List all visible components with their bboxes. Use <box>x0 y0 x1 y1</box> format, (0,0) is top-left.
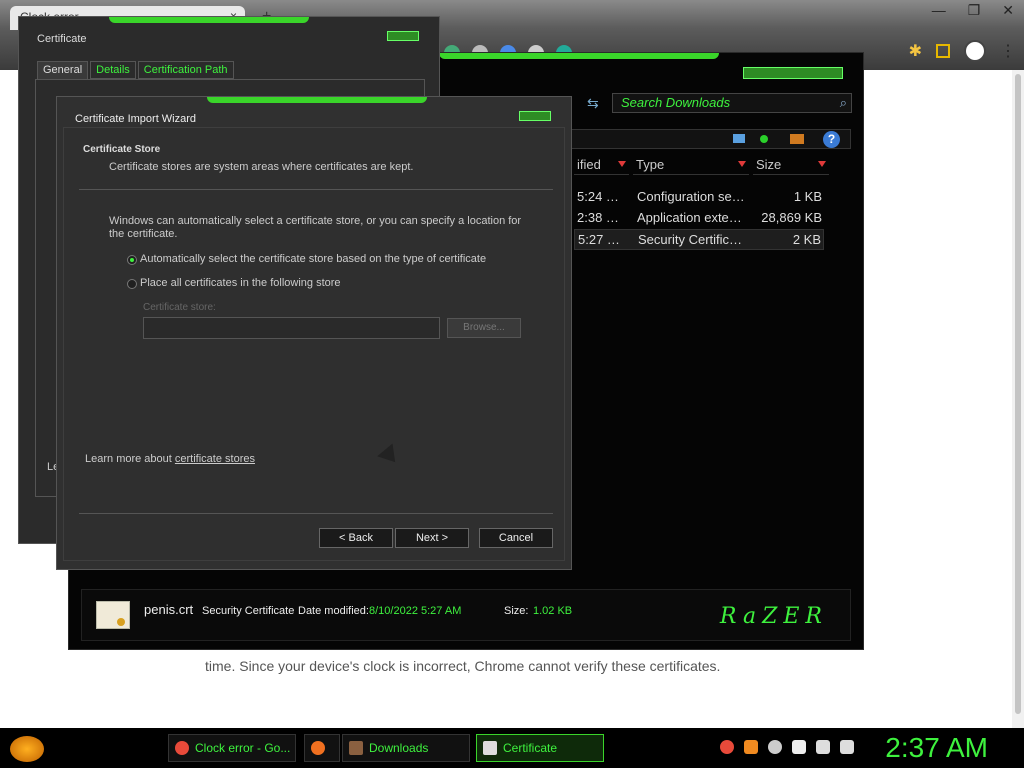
column-header-size[interactable]: Size <box>753 157 829 175</box>
explorer-icon <box>349 741 363 755</box>
extensions-puzzle-icon[interactable]: ✱ <box>909 41 922 61</box>
tray-icon[interactable] <box>768 740 782 754</box>
taskbar-clock[interactable]: 2:37 AM <box>885 732 988 764</box>
import-wizard-window: Certificate Import Wizard Certificate St… <box>56 96 572 570</box>
wizard-description: Windows can automatically select a certi… <box>109 215 522 240</box>
details-date-value: 8/10/2022 5:27 AM <box>369 605 462 617</box>
certificate-file-icon <box>96 601 130 629</box>
folder-icon[interactable] <box>790 134 804 144</box>
wizard-subheading: Certificate stores are system areas wher… <box>109 161 414 173</box>
help-icon[interactable]: ? <box>823 131 840 148</box>
certificate-icon <box>483 741 497 755</box>
chrome-icon <box>175 741 189 755</box>
divider <box>79 189 553 190</box>
sidebar-icon[interactable] <box>936 44 950 58</box>
radio-manual-label[interactable]: Place all certificates in the following … <box>140 277 341 289</box>
chrome-tray-icon[interactable] <box>720 740 734 754</box>
minimize-icon[interactable]: — <box>932 2 946 19</box>
next-button[interactable]: Next > <box>395 528 469 548</box>
certificate-stores-link[interactable]: certificate stores <box>175 453 255 465</box>
wizard-title: Certificate Import Wizard <box>75 113 197 125</box>
search-icon[interactable]: ⌕ <box>840 95 847 111</box>
close-window-icon[interactable]: ✕ <box>1002 2 1014 19</box>
explorer-toolbar: ? <box>569 129 851 149</box>
taskbar-item-downloads[interactable]: Downloads <box>342 734 470 762</box>
tab-certification-path[interactable]: Certification Path <box>137 61 234 79</box>
start-button[interactable] <box>10 736 44 762</box>
file-row[interactable]: 5:24 … Configuration se… 1 KB <box>574 187 824 208</box>
browse-button[interactable]: Browse... <box>447 318 521 338</box>
details-date-label: Date modified: <box>298 605 369 617</box>
dropdown-icon[interactable] <box>738 161 746 167</box>
chrome-error-text: time. Since your device's clock is incor… <box>205 658 721 674</box>
window-accent <box>207 97 427 103</box>
details-size-value: 1.02 KB <box>533 605 573 617</box>
learn-more: Learn more about certificate stores <box>85 453 255 465</box>
search-tray-icon[interactable] <box>744 740 758 754</box>
radio-manual-store[interactable] <box>127 279 137 289</box>
page-scrollbar[interactable] <box>1012 70 1024 728</box>
taskbar-item-firefox[interactable] <box>304 734 340 762</box>
network-icon[interactable] <box>816 740 830 754</box>
refresh-icon[interactable]: ⇆ <box>587 95 599 112</box>
window-accent <box>109 17 309 23</box>
system-tray <box>720 740 854 754</box>
window-controls: — ❐ ✕ <box>932 2 1014 19</box>
radio-auto-label[interactable]: Automatically select the certificate sto… <box>140 253 486 265</box>
taskbar: Clock error - Go... Downloads Certificat… <box>0 728 1024 768</box>
wizard-body <box>63 127 565 561</box>
volume-icon[interactable] <box>840 740 854 754</box>
wizard-heading: Certificate Store <box>83 144 161 155</box>
radio-auto-store[interactable] <box>127 255 137 265</box>
details-pane: penis.crt Security Certificate Date modi… <box>81 589 851 641</box>
taskbar-item-chrome[interactable]: Clock error - Go... <box>168 734 296 762</box>
menu-kebab-icon[interactable]: ⋮ <box>1000 41 1016 61</box>
back-button[interactable]: < Back <box>319 528 393 548</box>
dropdown-icon[interactable] <box>618 161 626 167</box>
close-button[interactable] <box>519 111 551 121</box>
tab-general[interactable]: General <box>37 61 89 79</box>
search-input[interactable]: Search Downloads ⌕ <box>612 93 852 113</box>
maximize-icon[interactable]: ❐ <box>968 2 981 19</box>
taskbar-item-certificate[interactable]: Certificate <box>476 734 604 762</box>
column-header-modified[interactable]: ified <box>574 157 629 175</box>
extensions-area: ✱ ⋮ <box>909 40 1016 62</box>
window-accent <box>439 53 719 59</box>
close-button[interactable] <box>387 31 419 41</box>
window-buttons[interactable] <box>743 67 843 79</box>
file-row-selected[interactable]: 5:27 … Security Certific… 2 KB <box>574 229 824 250</box>
preview-pane-icon[interactable] <box>733 134 745 143</box>
scrollbar-thumb[interactable] <box>1015 74 1021 714</box>
firefox-icon <box>311 741 325 755</box>
details-filetype: Security Certificate <box>202 605 295 617</box>
search-placeholder: Search Downloads <box>621 95 731 110</box>
store-label: Certificate store: <box>143 302 216 313</box>
details-filename: penis.crt <box>144 602 194 617</box>
file-row[interactable]: 2:38 … Application exte… 28,869 KB <box>574 208 824 229</box>
cancel-button[interactable]: Cancel <box>479 528 553 548</box>
flag-icon[interactable] <box>792 740 806 754</box>
view-icon[interactable] <box>760 135 768 143</box>
store-input[interactable] <box>143 317 440 339</box>
tab-details[interactable]: Details <box>90 61 136 79</box>
column-header-type[interactable]: Type <box>633 157 749 175</box>
razer-logo: RaZER <box>719 604 828 629</box>
certificate-title: Certificate <box>37 33 87 45</box>
details-size-label: Size: <box>504 605 529 617</box>
profile-avatar[interactable] <box>964 40 986 62</box>
divider <box>79 513 553 514</box>
dropdown-icon[interactable] <box>818 161 826 167</box>
certificate-tabs: General Details Certification Path <box>37 61 234 79</box>
